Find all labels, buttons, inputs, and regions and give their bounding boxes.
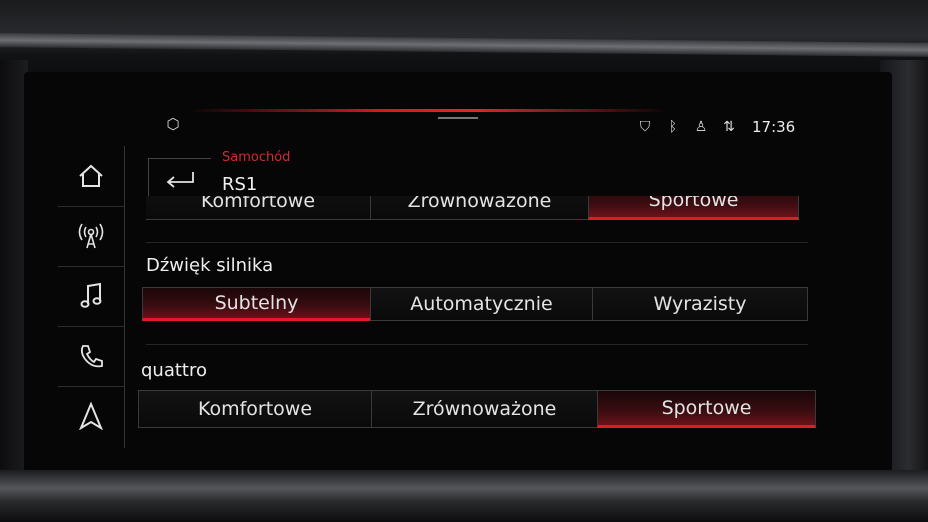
quattro-option-sportowe[interactable]: Sportowe: [597, 390, 816, 428]
status-icons: ⛉ ᛒ ♙ ⇅: [636, 116, 738, 138]
shield-icon: ⛉: [639, 119, 651, 135]
engine-sound-selector: Subtelny Automatycznie Wyrazisty: [142, 287, 808, 321]
section-divider: [146, 242, 808, 243]
engine-sound-label: Dźwięk silnika: [146, 255, 274, 276]
back-arrow-icon: [166, 172, 194, 188]
quattro-label: quattro: [141, 360, 207, 381]
engine-sound-option-subtelny[interactable]: Subtelny: [142, 287, 371, 321]
drive-mode-option-sportowe[interactable]: Sportowe: [588, 196, 799, 220]
quattro-selector: Komfortowe Zrównoważone Sportowe: [138, 390, 816, 428]
phone-icon[interactable]: [58, 326, 124, 387]
drive-mode-option-komfortowe[interactable]: Komfortowe: [146, 196, 371, 220]
pull-down-handle[interactable]: [438, 117, 478, 119]
drive-mode-row-partial: Komfortowe Zrównoważone Sportowe: [146, 196, 800, 220]
clock: 17:36: [752, 118, 796, 136]
home-icon[interactable]: [58, 146, 124, 207]
page-title: RS1: [222, 174, 258, 195]
engine-sound-option-automatycznie[interactable]: Automatycznie: [370, 287, 593, 321]
bluetooth-icon: ᛒ: [668, 119, 678, 135]
navigation-icon[interactable]: [58, 386, 124, 446]
drive-mode-option-zrownowazone[interactable]: Zrównoważone: [370, 196, 589, 220]
radio-icon[interactable]: [58, 206, 124, 267]
quattro-option-komfortowe[interactable]: Komfortowe: [138, 390, 372, 428]
quattro-option-zrownowazone[interactable]: Zrównoważone: [371, 390, 598, 428]
signal-icon: ⇅: [723, 119, 735, 135]
side-navigation: [58, 146, 125, 448]
top-accent-glow: [188, 109, 668, 112]
cube-icon[interactable]: ⬡: [163, 114, 183, 134]
section-divider: [146, 344, 808, 345]
music-icon[interactable]: [58, 266, 124, 327]
person-icon: ♙: [694, 119, 708, 135]
engine-sound-option-wyrazisty[interactable]: Wyrazisty: [592, 287, 808, 321]
breadcrumb: Samochód: [222, 150, 291, 165]
dashboard-bezel-bottom: [0, 470, 928, 522]
